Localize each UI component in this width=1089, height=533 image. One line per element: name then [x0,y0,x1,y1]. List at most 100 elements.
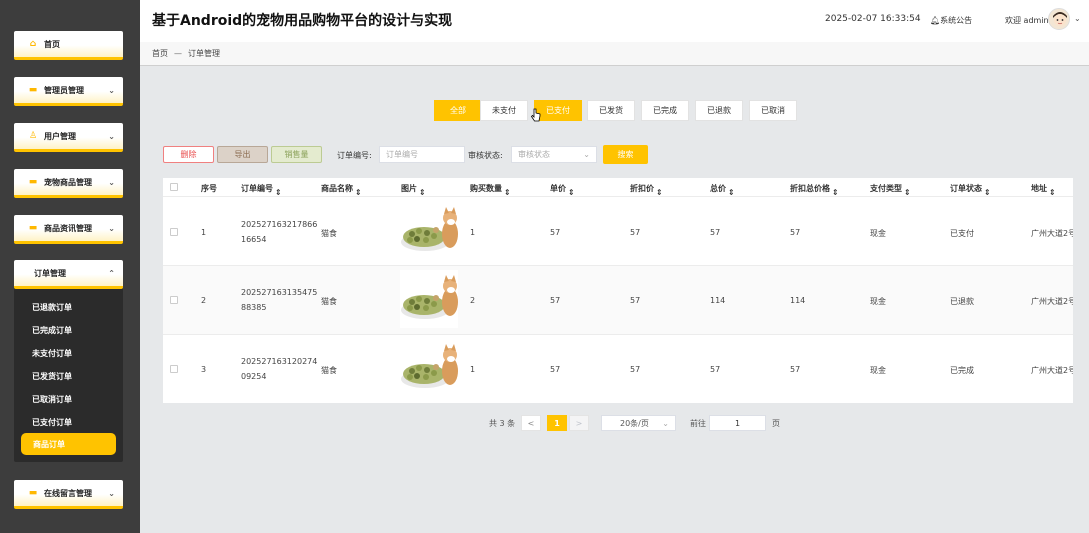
cell-qty: 1 [470,365,476,374]
sidebar-item-news[interactable]: ▬ 商品资讯管理 ⌄ [14,215,123,244]
page-size-select[interactable]: 20条/页 ⌄ [601,415,676,431]
goto-page-input[interactable]: 1 [709,415,766,431]
tab-unpaid[interactable]: 未支付 [480,100,528,121]
sidebar-item-home[interactable]: ⌂ 首页 [14,31,123,60]
cell-status: 已完成 [950,366,974,375]
system-notice-link[interactable]: 🔔︎系统公告 [930,15,972,26]
row-checkbox[interactable] [170,365,178,373]
sidebar-item-label: 首页 [44,39,60,49]
col-header-product-name[interactable]: 商品名称 ⇕ [321,183,362,197]
cell-order-no-cont: 16654 [241,235,267,244]
goto-label: 前往 [690,419,706,428]
cell-discount-total: 57 [790,365,801,374]
tab-completed[interactable]: 已完成 [641,100,689,121]
row-checkbox[interactable] [170,228,178,236]
cell-total: 114 [710,296,726,305]
notice-label: 系统公告 [940,16,973,25]
chevron-up-icon: ⌃ [108,269,115,278]
col-header-discount[interactable]: 折扣价 ⇕ [630,183,663,197]
table-row[interactable]: 3 202527163120274 09254 猫食 1 57 57 57 57… [163,335,1073,403]
page-1-button[interactable]: 1 [547,415,567,431]
sort-icon: ⇕ [568,188,575,197]
sort-icon: ⇕ [984,188,991,197]
cell-order-no: 202527163135475 [241,288,318,297]
cell-pay-type: 现金 [870,366,886,375]
col-header-total[interactable]: 总价 ⇕ [710,183,735,197]
sidebar-item-messages[interactable]: ▬ 在线留言管理 ⌄ [14,480,123,509]
sidebar-item-users[interactable]: ♙ 用户管理 ⌄ [14,123,123,152]
breadcrumb-home[interactable]: 首页 [152,48,168,59]
folder-icon: ▬ [28,223,38,233]
breadcrumb-current: 订单管理 [188,49,220,58]
tab-refunded[interactable]: 已退款 [695,100,743,121]
search-button[interactable]: 搜索 [603,145,648,164]
sort-icon: ⇕ [275,188,282,197]
folder-icon: ▬ [28,488,38,498]
col-header-qty[interactable]: 购买数量 ⇕ [470,183,511,197]
sidebar-submenu-orders: 订单管理 ⌃ 已退款订单 已完成订单 未支付订单 已发货订单 已取消订单 已支付… [14,260,123,462]
chevron-down-icon[interactable]: ⌄ [1074,14,1081,23]
sales-button[interactable]: 销售量 [271,146,322,163]
next-page-button[interactable]: > [569,415,589,431]
col-header-address[interactable]: 地址 ⇕ [1031,183,1056,197]
chevron-down-icon: ⌄ [108,178,115,187]
cell-pay-type: 现金 [870,229,886,238]
col-header-image[interactable]: 图片 ⇕ [401,183,426,197]
sidebar-item-admin[interactable]: ▬ 管理员管理 ⌄ [14,77,123,106]
order-no-input[interactable]: 订单编号 [379,146,465,163]
product-image[interactable] [400,339,458,397]
chevron-down-icon: ⌄ [662,419,669,428]
cell-discount: 57 [630,365,641,374]
sidebar-item-pet-products[interactable]: ▬ 宠物商品管理 ⌄ [14,169,123,198]
avatar[interactable] [1048,8,1070,30]
submenu-refunded-orders[interactable]: 已退款订单 [32,298,72,316]
cell-order-no: 202527163217866 [241,220,318,229]
app-title: 基于Android的宠物用品购物平台的设计与实现 [152,13,453,29]
sidebar-item-label: 用户管理 [44,131,76,141]
tab-shipped[interactable]: 已发货 [587,100,635,121]
cell-total: 57 [710,365,721,374]
cell-product-name: 猫食 [321,297,337,306]
table-header: 序号 订单编号 ⇕ 商品名称 ⇕ 图片 ⇕ 购买数量 ⇕ 单价 ⇕ 折扣价 ⇕ 总价 ⇕ 折扣… [163,178,1073,197]
folder-icon: ▬ [28,85,38,95]
tab-all[interactable]: 全部 [434,100,482,121]
table-row[interactable]: 2 202527163135475 88385 猫食 2 57 57 114 1… [163,266,1073,335]
export-button[interactable]: 导出 [217,146,268,163]
select-all-checkbox[interactable] [170,183,178,191]
col-header-order-no[interactable]: 订单编号 ⇕ [241,183,282,197]
cell-product-name: 猫食 [321,366,337,375]
submenu-unpaid-orders[interactable]: 未支付订单 [32,344,72,362]
table-row[interactable]: 1 202527163217866 16654 猫食 1 57 57 57 57… [163,197,1073,266]
page-size-value: 20条/页 [620,418,649,428]
col-header-discount-total[interactable]: 折扣总价格 ⇕ [790,183,839,197]
row-checkbox[interactable] [170,296,178,304]
folder-icon: ▬ [28,177,38,187]
chevron-down-icon: ⌄ [108,224,115,233]
submenu-cancelled-orders[interactable]: 已取消订单 [32,390,72,408]
submenu-shipped-orders[interactable]: 已发货订单 [32,367,72,385]
tab-paid[interactable]: 已支付 [534,100,582,121]
page-suffix: 页 [772,419,780,428]
delete-button[interactable]: 删除 [163,146,214,163]
submenu-completed-orders[interactable]: 已完成订单 [32,321,72,339]
col-header-pay-type[interactable]: 支付类型 ⇕ [870,183,911,197]
col-header-status[interactable]: 订单状态 ⇕ [950,183,991,197]
cell-address: 广州大道2号 [1031,229,1073,238]
audit-status-placeholder: 审核状态 [518,150,550,159]
submenu-product-orders[interactable]: 商品订单 [21,433,116,455]
sidebar-item-orders[interactable]: 订单管理 ⌃ [14,260,123,289]
cell-qty: 2 [470,296,476,305]
chevron-down-icon: ⌄ [108,489,115,498]
cell-total: 57 [710,228,721,237]
submenu-paid-orders[interactable]: 已支付订单 [32,413,72,431]
col-header-price[interactable]: 单价 ⇕ [550,183,575,197]
product-image[interactable] [400,270,458,328]
sort-icon: ⇕ [904,188,911,197]
tab-cancelled[interactable]: 已取消 [749,100,797,121]
prev-page-button[interactable]: < [521,415,541,431]
sidebar-item-label: 宠物商品管理 [44,177,92,187]
chevron-down-icon: ⌄ [108,86,115,95]
audit-status-select[interactable]: 审核状态 ⌄ [511,146,597,163]
product-image[interactable] [400,202,458,260]
sidebar-item-label: 商品资讯管理 [44,223,92,233]
